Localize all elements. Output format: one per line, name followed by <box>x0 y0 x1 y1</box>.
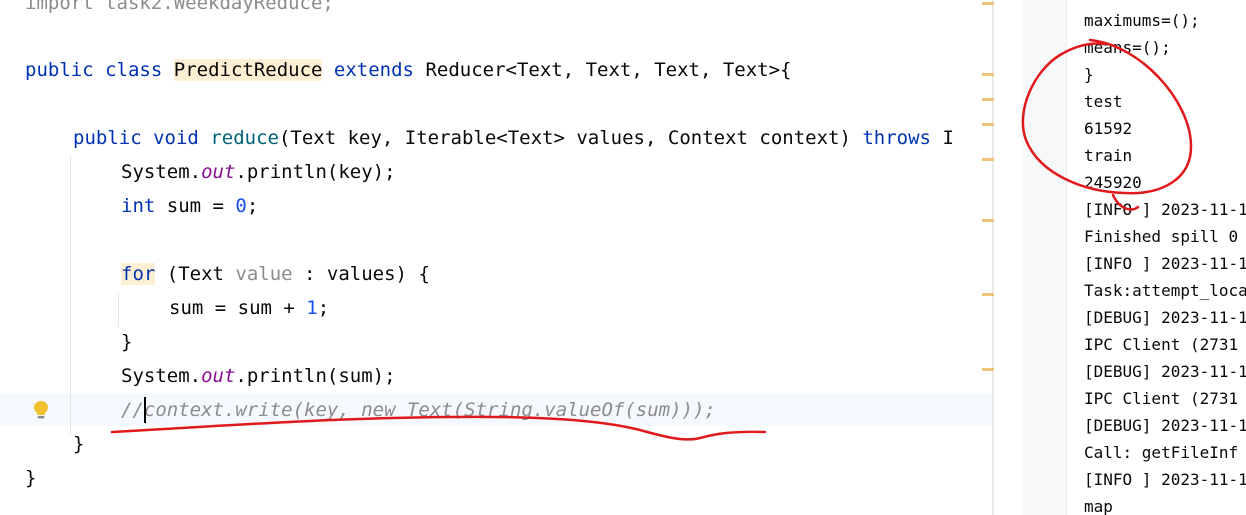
number-literal: 1 <box>306 297 318 319</box>
console-line: [DEBUG] 2023-11-1 <box>1084 362 1246 381</box>
code-text: sum = <box>155 195 236 217</box>
class-name: PredictReduce <box>173 59 323 81</box>
code-line-println-key: System.out.println(key); <box>121 155 396 189</box>
code-text: Reducer<Text, Text, Text, Text>{ <box>425 59 792 81</box>
keyword: for <box>121 263 156 285</box>
code-line-class-declaration: public class PredictReduce extends Reduc… <box>25 53 792 87</box>
code-line-class-close: } <box>25 467 37 489</box>
code-text: ; <box>246 195 259 217</box>
keyword: public <box>25 59 94 81</box>
error-stripe-mark[interactable] <box>982 73 994 76</box>
scrollbar-track[interactable] <box>992 0 994 515</box>
error-stripe-mark[interactable] <box>982 293 994 296</box>
error-stripe-mark[interactable] <box>982 2 994 5</box>
comment-text: context.write(key, new Text(String.value… <box>143 399 716 421</box>
keyword: public <box>73 127 142 149</box>
indent-guide <box>70 155 71 435</box>
console-line: [INFO ] 2023-11-1 <box>1084 200 1246 219</box>
console-line: [INFO ] 2023-11-1 <box>1084 254 1246 273</box>
code-line-import: import task2.WeekdayReduce; <box>25 0 334 14</box>
console-line: } <box>1084 65 1094 84</box>
console-line: [DEBUG] 2023-11-1 <box>1084 416 1246 435</box>
console-line: 245920 <box>1084 173 1142 192</box>
console-line: 61592 <box>1084 119 1133 138</box>
console-line: IPC Client (2731 <box>1084 335 1239 354</box>
keyword: void <box>153 127 199 149</box>
console-line: [DEBUG] 2023-11-1 <box>1084 308 1246 327</box>
console-line: means=(); <box>1084 38 1171 57</box>
unused-variable: value <box>235 263 293 285</box>
method-name: reduce <box>210 127 279 149</box>
console-line: Finished spill 0 <box>1084 227 1239 246</box>
code-line-method-close: } <box>73 433 85 455</box>
code-text: (Text key, Iterable<Text> values, Contex… <box>278 127 851 149</box>
number-literal: 0 <box>235 195 247 217</box>
console-line: Task:attempt_loca <box>1084 281 1246 300</box>
code-line-int-sum: int sum = 0; <box>121 189 258 223</box>
code-text: System. <box>121 365 202 387</box>
console-line: maximums=(); <box>1084 11 1200 30</box>
code-line-method-signature: public void reduce(Text key, Iterable<Te… <box>73 121 954 155</box>
console-gutter <box>1022 0 1067 515</box>
lightbulb-icon[interactable] <box>32 400 50 420</box>
console-line: [INFO ] 2023-11-1 <box>1084 470 1246 489</box>
error-stripe-mark[interactable] <box>982 123 994 126</box>
keyword: class <box>105 59 163 81</box>
text-caret <box>144 397 146 423</box>
console-line: test <box>1084 92 1123 111</box>
code-text: System. <box>121 161 202 183</box>
editor-scrollbar[interactable] <box>982 0 1022 515</box>
code-line-println-sum: System.out.println(sum); <box>121 359 396 393</box>
code-text: : values) { <box>292 263 430 285</box>
code-line-commented-write: //context.write(key, new Text(String.val… <box>121 393 716 427</box>
error-stripe-mark[interactable] <box>982 158 994 161</box>
static-field: out <box>201 161 236 183</box>
code-line-close-brace: } <box>121 331 133 353</box>
code-text: .println(key); <box>235 161 396 183</box>
code-line-for-loop: for (Text value : values) { <box>121 257 430 291</box>
code-editor[interactable]: import task2.WeekdayReduce; public class… <box>0 0 992 515</box>
indent-guide <box>118 293 119 327</box>
code-text: sum = sum + <box>169 297 307 319</box>
error-stripe-mark[interactable] <box>982 368 994 371</box>
keyword: throws <box>862 127 931 149</box>
code-text: I <box>942 127 954 149</box>
code-text: ; <box>317 297 330 319</box>
console-output[interactable]: maximums=(); means=(); } test 61592 trai… <box>1067 0 1246 515</box>
console-line: map <box>1084 497 1113 515</box>
error-stripe-mark[interactable] <box>982 98 994 101</box>
keyword: extends <box>333 59 414 81</box>
error-stripe-mark[interactable] <box>982 219 994 222</box>
code-line-sum-increment: sum = sum + 1; <box>169 291 329 325</box>
run-console-panel[interactable]: maximums=(); means=(); } test 61592 trai… <box>1022 0 1246 515</box>
code-text: .println(sum); <box>235 365 396 387</box>
keyword: int <box>121 195 156 217</box>
code-text: (Text <box>155 263 236 285</box>
static-field: out <box>201 365 236 387</box>
comment-marker: // <box>121 399 144 421</box>
console-line: IPC Client (2731 <box>1084 389 1239 408</box>
console-line: Call: getFileInf <box>1084 443 1239 462</box>
console-line: train <box>1084 146 1133 165</box>
